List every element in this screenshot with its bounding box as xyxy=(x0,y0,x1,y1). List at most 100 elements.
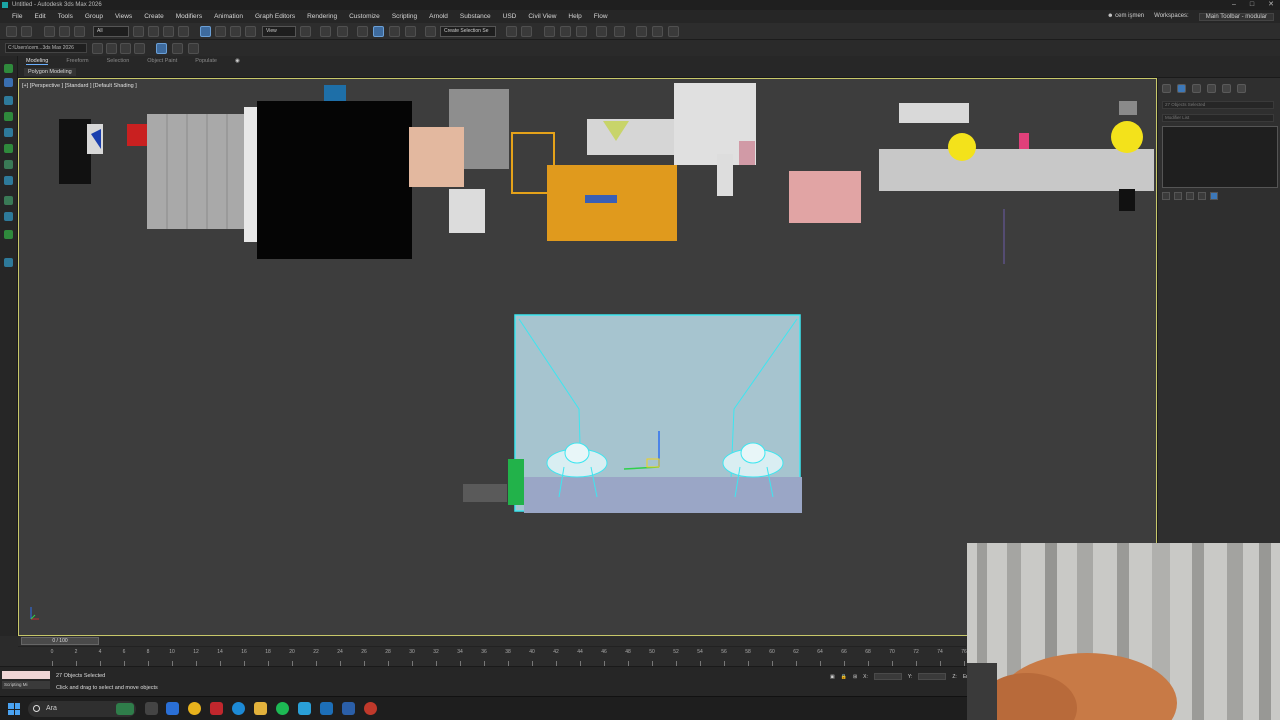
motion-tab-icon[interactable] xyxy=(1207,84,1216,93)
pivot-center-icon[interactable] xyxy=(300,26,311,37)
yellow-light-rig-1[interactable] xyxy=(948,133,976,161)
selection-filter-dropdown[interactable]: All xyxy=(93,26,129,37)
windows-start-icon[interactable] xyxy=(8,703,20,715)
align-icon[interactable] xyxy=(521,26,532,37)
ladder-object[interactable] xyxy=(717,154,733,196)
tab-object-paint[interactable]: Object Paint xyxy=(147,58,177,65)
toggle-ribbon-icon[interactable] xyxy=(576,26,587,37)
hierarchy-icon[interactable] xyxy=(188,43,199,54)
new-scene-icon[interactable] xyxy=(92,43,103,54)
modify-tab-icon[interactable] xyxy=(1177,84,1186,93)
y-coordinate-field[interactable] xyxy=(918,673,947,680)
time-slider-thumb[interactable]: 0 / 100 xyxy=(21,637,99,645)
isolate-icon[interactable] xyxy=(172,43,183,54)
schematic-view-icon[interactable] xyxy=(614,26,625,37)
3dsmax-taskbar-icon[interactable] xyxy=(320,702,333,715)
white-block-object[interactable] xyxy=(449,189,485,233)
maxscript-listener-field[interactable]: Scripting Mi xyxy=(2,681,50,689)
menu-create[interactable]: Create xyxy=(138,13,170,20)
grey-top-object[interactable] xyxy=(1119,101,1137,115)
absolute-mode-icon[interactable]: ⊞ xyxy=(853,674,857,680)
user-account[interactable]: ☻ cem işmen xyxy=(1107,13,1144,21)
menu-arnold[interactable]: Arnold xyxy=(423,13,454,20)
store-icon[interactable] xyxy=(342,702,355,715)
telegram-icon[interactable] xyxy=(298,702,311,715)
scene-explorer-icon[interactable] xyxy=(544,26,555,37)
white-panels-object[interactable] xyxy=(147,114,245,229)
menu-modifiers[interactable]: Modifiers xyxy=(170,13,208,20)
tab-selection[interactable]: Selection xyxy=(107,58,130,65)
open-file-icon[interactable] xyxy=(106,43,117,54)
tab-populate[interactable]: Populate xyxy=(195,58,217,65)
undo-icon[interactable] xyxy=(6,26,17,37)
select-objects-icon[interactable] xyxy=(4,96,13,105)
project-path-field[interactable]: C:\Users\cem...3ds Max 2026 xyxy=(5,43,87,53)
snaps-toggle-icon[interactable] xyxy=(357,26,368,37)
maximize-button[interactable]: □ xyxy=(1250,0,1254,10)
isolate-toggle-icon[interactable]: ▣ xyxy=(830,674,835,680)
material-editor-icon[interactable] xyxy=(636,26,647,37)
container-icon[interactable] xyxy=(156,43,167,54)
menu-tools[interactable]: Tools xyxy=(52,13,79,20)
green-door-object[interactable] xyxy=(508,459,524,505)
menu-help[interactable]: Help xyxy=(562,13,587,20)
scene-explorer-icon[interactable] xyxy=(4,64,13,73)
lock-selection-icon[interactable]: 🔒 xyxy=(841,674,847,680)
filter-icon[interactable] xyxy=(4,78,13,87)
select-object-icon[interactable] xyxy=(133,26,144,37)
curve-editor-icon[interactable] xyxy=(596,26,607,37)
yellow-light-rig-2[interactable] xyxy=(1111,121,1143,153)
shapes-filter-icon[interactable] xyxy=(4,160,13,169)
red-object[interactable] xyxy=(127,124,147,146)
modifier-stack[interactable] xyxy=(1162,126,1278,188)
tab-freeform[interactable]: Freeform xyxy=(66,58,88,65)
menu-group[interactable]: Group xyxy=(79,13,109,20)
select-place-icon[interactable] xyxy=(245,26,256,37)
polygon-modeling-panel[interactable]: Polygon Modeling xyxy=(24,68,76,76)
keyboard-shortcut-icon[interactable] xyxy=(337,26,348,37)
menu-civil-view[interactable]: Civil View xyxy=(522,13,562,20)
file-explorer-icon[interactable] xyxy=(254,702,267,715)
edit-named-selection-icon[interactable] xyxy=(425,26,436,37)
close-button[interactable]: ✕ xyxy=(1268,0,1274,10)
counter-object[interactable] xyxy=(587,119,677,155)
render-frame-icon[interactable] xyxy=(668,26,679,37)
layer-explorer-icon[interactable] xyxy=(560,26,571,37)
menu-graph-editors[interactable]: Graph Editors xyxy=(249,13,301,20)
select-scale-icon[interactable] xyxy=(230,26,241,37)
spinner-snap-icon[interactable] xyxy=(405,26,416,37)
configure-sets-icon[interactable] xyxy=(1210,192,1218,200)
reference-coord-dropdown[interactable]: View xyxy=(262,26,296,37)
dark-stand-object[interactable] xyxy=(1119,189,1135,211)
black-wall-object[interactable] xyxy=(257,101,412,259)
bind-space-warp-icon[interactable] xyxy=(74,26,85,37)
opera-icon[interactable] xyxy=(210,702,223,715)
show-end-result-icon[interactable] xyxy=(1174,192,1182,200)
project-folder-icon[interactable] xyxy=(134,43,145,54)
chat-app-icon[interactable] xyxy=(166,702,179,715)
tab-modeling[interactable]: Modeling xyxy=(26,58,49,65)
recorder-icon[interactable] xyxy=(364,702,377,715)
workspace-dropdown[interactable]: Main Toolbar - modular xyxy=(1198,13,1274,21)
minimize-button[interactable]: – xyxy=(1232,0,1236,10)
hierarchy-tab-icon[interactable] xyxy=(1192,84,1201,93)
modifier-list-dropdown[interactable]: Modifier List xyxy=(1162,114,1274,122)
pink-curtain-object[interactable] xyxy=(789,171,861,223)
menu-file[interactable]: File xyxy=(6,13,28,20)
edge-icon[interactable] xyxy=(232,702,245,715)
unlink-icon[interactable] xyxy=(59,26,70,37)
stage-platform-object[interactable] xyxy=(879,149,1154,191)
blue-light-object[interactable] xyxy=(324,85,346,101)
maxscript-listener-pink[interactable] xyxy=(2,671,50,679)
select-move-icon[interactable] xyxy=(200,26,211,37)
save-file-icon[interactable] xyxy=(120,43,131,54)
pin-stack-icon[interactable] xyxy=(1162,192,1170,200)
lights-filter-icon[interactable] xyxy=(4,176,13,185)
manipulate-icon[interactable] xyxy=(320,26,331,37)
chrome-icon[interactable] xyxy=(188,702,201,715)
menu-substance[interactable]: Substance xyxy=(454,13,497,20)
pink-sign-object[interactable] xyxy=(739,141,755,165)
spotify-icon[interactable] xyxy=(276,702,289,715)
display-tab-icon[interactable] xyxy=(1222,84,1231,93)
time-slider[interactable]: 0 / 100 xyxy=(18,636,966,646)
